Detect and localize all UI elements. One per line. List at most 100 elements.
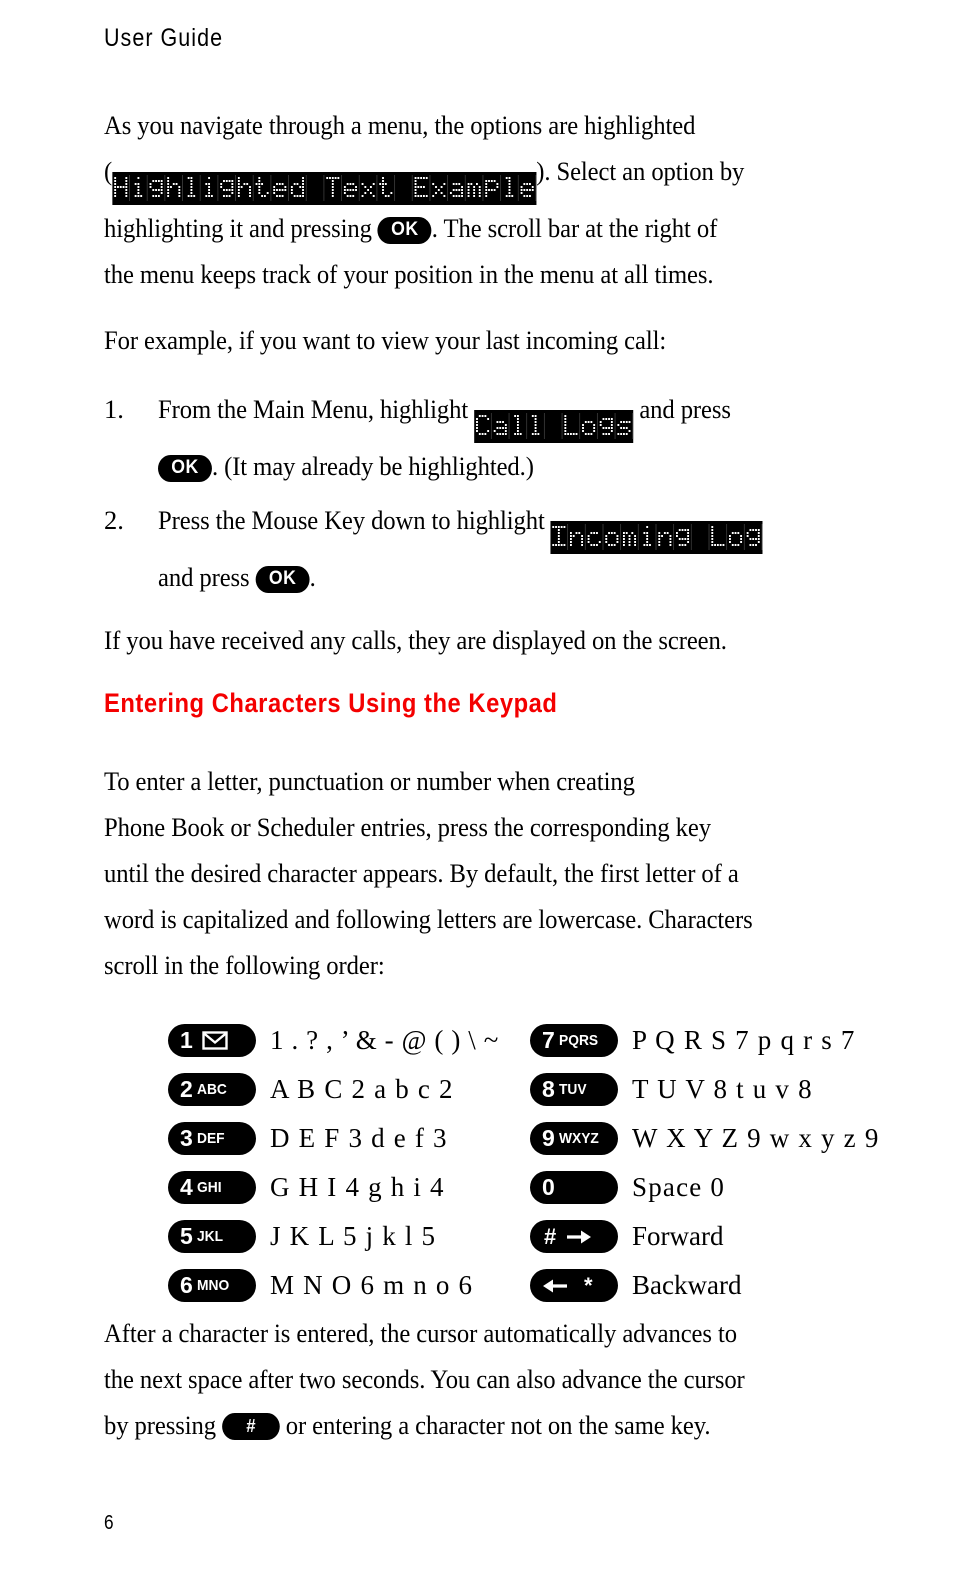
keypad-row: 0 Space 0 [530,1163,880,1212]
lcd-char-cell [289,175,307,201]
lcd-char-cell [483,175,501,201]
lcd-char-cell [598,413,616,439]
keypad-row: 6 MNO M N O 6 m n o 6 [168,1261,499,1310]
lcd-char-cell [466,175,484,201]
lcd-char-cell [501,175,519,201]
lcd-char-cell [545,413,563,439]
key-1[interactable]: 1 [168,1024,256,1057]
lcd-char-cell [165,175,183,201]
key-5[interactable]: 5 JKL [168,1220,256,1253]
key-symbol: # [544,1224,557,1249]
key-hash[interactable]: # [530,1220,618,1253]
key-character-sequence: J K L 5 j k l 5 [270,1221,437,1251]
key-letters: TUV [558,1081,587,1098]
keypad-intro-line-5: scroll in the following order: [104,950,385,980]
lcd-char-cell [551,524,569,550]
keypad-intro-line-1: To enter a letter, punctuation or number… [104,766,635,796]
key-7[interactable]: 7 PQRS [530,1024,618,1057]
lcd-char-cell [360,175,378,201]
lcd-char-cell [271,175,289,201]
lcd-char-cell [586,524,604,550]
ok-button[interactable]: OK [255,566,310,593]
keypad-row: 4 GHI G H I 4 g h i 4 [168,1163,499,1212]
keypad-row: 8 TUV T U V 8 t u v 8 [530,1065,880,1114]
key-0[interactable]: 0 [530,1171,618,1204]
lcd-char-cell [218,175,236,201]
keypad-intro-line-4: word is capitalized and following letter… [104,904,753,934]
closing-line-2: the next space after two seconds. You ca… [104,1364,745,1394]
closing-paragraph: After a character is entered, the cursor… [104,1310,800,1448]
key-letters: WXYZ [558,1130,599,1147]
intro-line-3: highlighting it and pressing [104,213,372,243]
lcd-char-cell [728,524,746,550]
key-character-sequence: W X Y Z 9 w x y z 9 [632,1123,880,1153]
list-item: 2. Press the Mouse Key down to highlight… [104,497,852,600]
key-letters: ABC [196,1081,227,1098]
lcd-incoming-log [550,521,763,554]
keypad-row: 5 JKL J K L 5 j k l 5 [168,1212,499,1261]
list-item-number: 2. [104,505,124,535]
key-6[interactable]: 6 MNO [168,1269,256,1302]
lcd-char-cell [130,175,148,201]
intro-line-1: As you navigate through a menu, the opti… [104,110,696,140]
lcd-char-cell [253,175,272,201]
hash-button[interactable]: # [222,1413,280,1440]
keypad-row: 2 ABC A B C 2 a b c 2 [168,1065,499,1114]
lcd-char-cell [675,524,693,550]
key-9[interactable]: 9 WXYZ [530,1122,618,1155]
key-letters: JKL [196,1228,223,1245]
key-digit: 0 [542,1174,555,1200]
key-digit: 9 [542,1125,555,1151]
keypad-intro-line-2: Phone Book or Scheduler entries, press t… [104,812,711,842]
list-item-text: From the Main Menu, highlight and press … [158,386,803,489]
closing-line-1: After a character is entered, the cursor… [104,1318,737,1348]
key-character-sequence: 1 . ? , ’ & - @ ( ) \ ~ [270,1025,499,1055]
intro-line-2: ). Select an option by [536,156,745,186]
lcd-char-cell [569,524,587,550]
lcd-char-cell [306,175,325,201]
key-letters: MNO [196,1277,229,1294]
keypad-row: 3 DEF D E F 3 d e f 3 [168,1114,499,1163]
lcd-char-cell [639,524,657,550]
key-4[interactable]: 4 GHI [168,1171,256,1204]
key-8[interactable]: 8 TUV [530,1073,618,1106]
lcd-char-cell [395,175,413,201]
lcd-call-logs [474,410,634,443]
key-character-sequence: Space 0 [632,1172,726,1202]
page-number: 6 [104,1512,114,1534]
key-digit: 3 [180,1125,193,1151]
key-character-sequence: T U V 8 t u v 8 [632,1074,813,1104]
lcd-char-cell [519,175,537,201]
intro-line-4: . The scroll bar at the right of [431,213,718,243]
ok-button[interactable]: OK [158,455,212,482]
lcd-char-cell [413,175,431,201]
list-item-number: 1. [104,394,124,424]
lcd-char-cell [510,413,528,439]
running-head: User Guide [104,24,224,52]
step2-line2-before: and press [158,562,250,592]
lcd-char-cell [236,175,254,201]
lcd-char-cell [580,413,598,439]
lcd-char-cell [147,175,166,201]
intro-line-5: the menu keeps track of your position in… [104,259,714,289]
step2-text-before: Press the Mouse Key down to highlight [158,505,545,535]
lcd-char-cell [200,175,219,201]
key-3[interactable]: 3 DEF [168,1122,256,1155]
lcd-char-cell [112,175,130,201]
step1-line2: . (It may already be highlighted.) [211,451,534,481]
key-character-sequence: M N O 6 m n o 6 [270,1270,474,1300]
lcd-char-cell [183,175,201,201]
arrow-left-icon [540,1277,568,1295]
key-2[interactable]: 2 ABC [168,1073,256,1106]
lcd-paren-open: ( [104,156,113,186]
step1-text-after: and press [639,394,731,424]
key-digit: 8 [542,1076,555,1102]
key-digit: 4 [180,1174,193,1200]
closing-line-3: by pressing [104,1410,216,1440]
key-letters: PQRS [558,1032,598,1049]
list-item: 1. From the Main Menu, highlight and pre… [104,386,852,489]
lcd-char-cell [474,413,492,439]
key-character-sequence: A B C 2 a b c 2 [270,1074,454,1104]
ok-button[interactable]: OK [377,217,432,244]
key-star[interactable]: * [530,1269,618,1302]
